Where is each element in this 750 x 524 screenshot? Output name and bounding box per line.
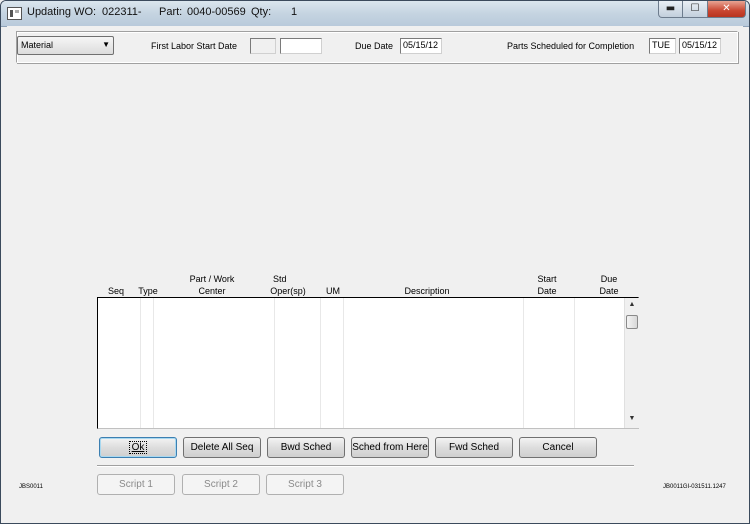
fwd-sched-button[interactable]: Fwd Sched — [435, 437, 513, 458]
scroll-down-arrow-icon[interactable]: ▼ — [625, 415, 639, 422]
form-id-left: JBS0011 — [19, 484, 43, 490]
col-header-std-oper: Std Oper(sp) — [270, 274, 306, 296]
col-header-start-date: Start Date — [537, 274, 557, 296]
title-wo-number: 022311- — [102, 6, 142, 18]
grid-column-divider — [574, 298, 575, 428]
first-labor-date-field[interactable] — [280, 38, 322, 54]
title-part-label: Part: — [159, 6, 183, 18]
col-header-description: Description — [404, 286, 450, 296]
bwd-sched-button[interactable]: Bwd Sched — [267, 437, 345, 458]
script-3-button[interactable]: Script 3 — [266, 474, 344, 495]
divider — [97, 465, 634, 467]
sched-from-here-button[interactable]: Sched from Here — [351, 437, 429, 458]
parts-scheduled-date-field[interactable]: 05/15/12 — [679, 38, 721, 54]
maximize-icon: ☐ — [690, 3, 700, 14]
grid-column-divider — [343, 298, 344, 428]
material-select-value: Material — [21, 40, 54, 50]
title-prefix: Updating WO: — [27, 6, 97, 18]
minimize-icon: ▬ — [665, 3, 676, 14]
cancel-button[interactable]: Cancel — [519, 437, 597, 458]
col-header-type: Type — [138, 286, 158, 296]
maximize-button[interactable]: ☐ — [682, 1, 708, 18]
close-button[interactable]: ✕ — [707, 1, 746, 18]
title-bar[interactable]: Updating WO: 022311- Part: 0040-00569 Qt… — [1, 1, 749, 27]
grid-column-divider — [320, 298, 321, 428]
parts-scheduled-day-field[interactable]: TUE — [649, 38, 676, 54]
col-header-due-date: Due Date — [599, 274, 619, 296]
client-area: Material ▼ First Labor Start Date Due Da… — [7, 26, 743, 516]
first-labor-day-field[interactable] — [250, 38, 276, 54]
operations-grid[interactable]: ▲ ▼ — [97, 297, 639, 429]
col-header-seq: Seq — [107, 286, 124, 296]
material-select[interactable]: Material ▼ — [17, 36, 114, 55]
title-part-number: 0040-00569 — [187, 6, 246, 18]
grid-column-divider — [153, 298, 154, 428]
delete-all-seq-button[interactable]: Delete All Seq — [183, 437, 261, 458]
script-1-button[interactable]: Script 1 — [97, 474, 175, 495]
col-header-um: UM — [326, 286, 340, 296]
parts-scheduled-label: Parts Scheduled for Completion — [507, 41, 635, 51]
close-icon: ✕ — [722, 3, 731, 14]
app-icon — [7, 7, 22, 20]
script-2-button[interactable]: Script 2 — [182, 474, 260, 495]
due-date-label: Due Date — [355, 41, 394, 51]
title-qty-value: 1 — [291, 6, 298, 18]
grid-column-divider — [523, 298, 524, 428]
minimize-button[interactable]: ▬ — [658, 1, 683, 18]
dropdown-arrow-icon: ▼ — [102, 40, 110, 49]
due-date-field[interactable]: 05/15/12 — [400, 38, 442, 54]
col-header-part: Part / Work Center — [189, 274, 235, 296]
first-labor-start-label: First Labor Start Date — [151, 41, 238, 51]
ok-button[interactable]: Ok — [99, 437, 177, 458]
window: Updating WO: 022311- Part: 0040-00569 Qt… — [0, 0, 750, 524]
form-id-right: JB0011GI-031511.1247 — [663, 484, 726, 490]
scroll-up-arrow-icon[interactable]: ▲ — [625, 301, 639, 308]
title-qty-label: Qty: — [251, 6, 272, 18]
grid-vertical-scrollbar[interactable]: ▲ ▼ — [624, 298, 639, 428]
scrollbar-thumb[interactable] — [626, 315, 638, 329]
grid-column-divider — [274, 298, 275, 428]
grid-column-divider — [140, 298, 141, 428]
